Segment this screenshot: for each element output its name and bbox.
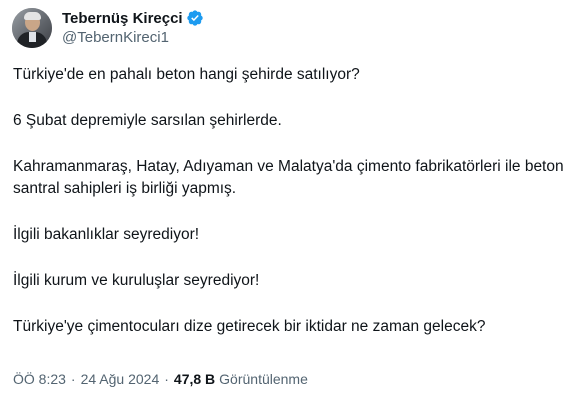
tweet-date[interactable]: 24 Ağu 2024 xyxy=(81,371,160,387)
meta-separator: · xyxy=(70,371,76,387)
tweet-paragraph: İlgili bakanlıklar seyrediyor! xyxy=(13,226,200,243)
tweet-meta: ÖÖ 8:23 · 24 Ağu 2024 · 47,8 B Görüntüle… xyxy=(13,369,308,389)
tweet-paragraph: İlgili kurum ve kuruluşlar seyrediyor! xyxy=(13,272,260,289)
views-label: Görüntülenme xyxy=(219,371,308,387)
tweet-card: Tebernüş Kireçci @TebernKireci1 Türkiye'… xyxy=(0,0,585,402)
tweet-text: Türkiye'de en pahalı beton hangi şehirde… xyxy=(13,64,573,338)
tweet-paragraph: Türkiye'de en pahalı beton hangi şehirde… xyxy=(13,66,360,83)
tweet-paragraph: Türkiye'ye çimentocuları dize getirecek … xyxy=(13,318,486,335)
tweet-paragraph: 6 Şubat depremiyle sarsılan şehirlerde. xyxy=(13,112,282,129)
author-handle[interactable]: @TebernKireci1 xyxy=(62,28,204,48)
tweet-time[interactable]: ÖÖ 8:23 xyxy=(13,371,66,387)
verified-badge-icon[interactable] xyxy=(186,9,204,27)
author-names: Tebernüş Kireçci @TebernKireci1 xyxy=(62,8,204,48)
meta-separator: · xyxy=(164,371,169,387)
author-display-name[interactable]: Tebernüş Kireçci xyxy=(62,10,183,27)
avatar[interactable] xyxy=(12,8,52,48)
tweet-paragraph: Kahramanmaraş, Hatay, Adıyaman ve Malaty… xyxy=(13,158,564,197)
views-count: 47,8 B xyxy=(173,371,216,387)
tweet-header: Tebernüş Kireçci @TebernKireci1 xyxy=(12,6,204,50)
